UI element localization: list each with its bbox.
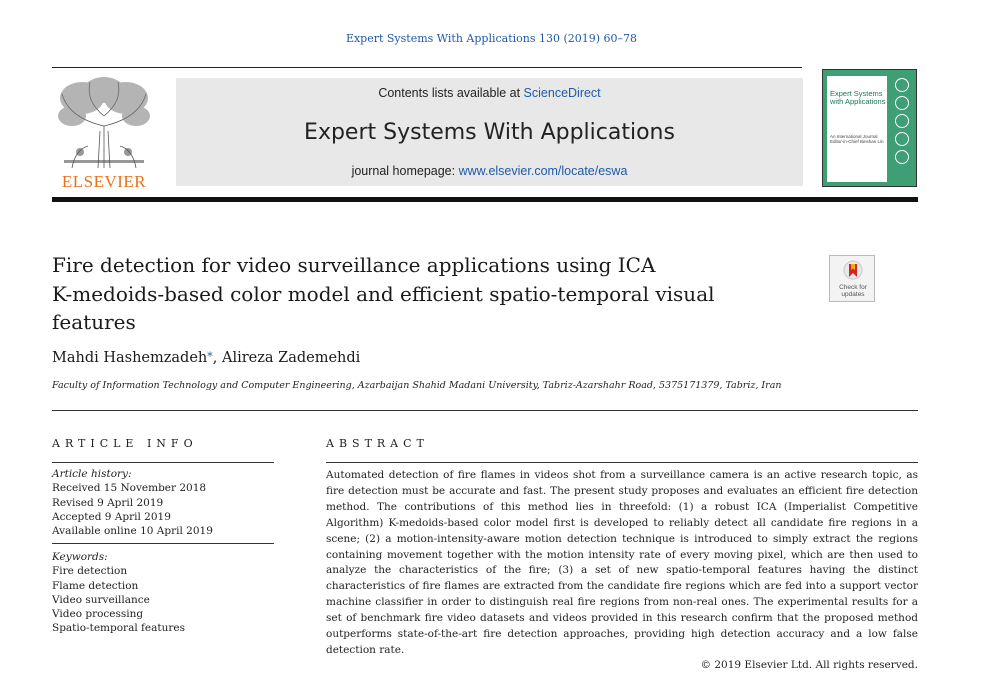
article-title-line: Fire detection for video surveillance ap…	[52, 253, 656, 277]
cover-title: Expert Systems with Applications	[830, 89, 886, 106]
cover-panel: Expert Systems with Applications An Inte…	[827, 76, 887, 182]
author-affiliation: Faculty of Information Technology and Co…	[52, 380, 782, 391]
journal-title: Expert Systems With Applications	[304, 120, 675, 145]
check-for-updates-button[interactable]: Check for updates	[829, 255, 875, 302]
keywords-list: Keywords: Fire detection Flame detection…	[52, 550, 185, 636]
article-info-rule	[52, 462, 274, 463]
history-item: Available online 10 April 2019	[52, 525, 213, 538]
homepage-line: journal homepage: www.elsevier.com/locat…	[176, 164, 803, 178]
article-info-heading: ARTICLE INFO	[52, 437, 198, 450]
elsevier-tree-icon	[58, 77, 150, 169]
journal-reference-link[interactable]: Expert Systems With Applications 130 (20…	[0, 32, 983, 45]
cover-person-icon	[895, 150, 909, 164]
article-history-label: Article history:	[52, 468, 132, 480]
author-name[interactable]: Alireza Zademehdi	[222, 350, 360, 366]
keywords-rule	[52, 543, 274, 544]
contents-line: Contents lists available at ScienceDirec…	[176, 86, 803, 100]
cover-icon-strip	[891, 76, 913, 182]
bookmark-badge-icon	[843, 260, 863, 280]
elsevier-wordmark: ELSEVIER	[61, 172, 147, 191]
cover-editor-text: Editor-in-Chief Binshan Lin	[830, 139, 884, 144]
author-name[interactable]: Mahdi Hashemzadeh	[52, 350, 207, 366]
sciencedirect-link[interactable]: ScienceDirect	[524, 86, 601, 100]
history-item: Revised 9 April 2019	[52, 496, 164, 509]
abstract-rule	[326, 462, 918, 463]
article-title-line: features	[52, 310, 136, 334]
homepage-prefix: journal homepage:	[351, 164, 459, 178]
keyword-item: Fire detection	[52, 565, 128, 578]
cover-graph-icon	[895, 132, 909, 146]
elsevier-logo[interactable]: ELSEVIER	[52, 76, 156, 192]
journal-cover-thumbnail[interactable]: Expert Systems with Applications An Inte…	[822, 69, 917, 187]
author-list: Mahdi Hashemzadeh*, Alireza Zademehdi	[52, 350, 360, 366]
article-title-line: K-medoids-based color model and efficien…	[52, 281, 715, 306]
header-divider	[52, 197, 918, 202]
keywords-label: Keywords:	[52, 551, 108, 563]
article-history: Article history: Received 15 November 20…	[52, 467, 213, 538]
article-title: Fire detection for video surveillance ap…	[52, 251, 792, 337]
keyword-item: Flame detection	[52, 579, 139, 592]
abstract-heading: ABSTRACT	[326, 437, 429, 450]
section-rule	[52, 410, 918, 411]
abstract-body: Automated detection of fire flames in vi…	[326, 469, 918, 656]
keyword-item: Spatio-temporal features	[52, 622, 185, 635]
header-rule	[52, 67, 802, 68]
cover-subtitle: An International Journal Editor-in-Chief …	[830, 134, 884, 144]
check-for-updates-label: Check for updates	[839, 284, 867, 298]
keyword-item: Video processing	[52, 608, 144, 621]
history-item: Received 15 November 2018	[52, 482, 207, 495]
contents-prefix: Contents lists available at	[378, 86, 524, 100]
copyright-notice: © 2019 Elsevier Ltd. All rights reserved…	[700, 659, 918, 671]
author-separator: ,	[212, 350, 222, 366]
cover-gear-icon	[895, 78, 909, 92]
journal-banner: Contents lists available at ScienceDirec…	[176, 78, 803, 186]
keyword-item: Video surveillance	[52, 593, 150, 606]
cover-network-icon	[895, 114, 909, 128]
history-item: Accepted 9 April 2019	[52, 510, 171, 523]
journal-homepage-link[interactable]: www.elsevier.com/locate/eswa	[459, 164, 628, 178]
cover-chart-icon	[895, 96, 909, 110]
